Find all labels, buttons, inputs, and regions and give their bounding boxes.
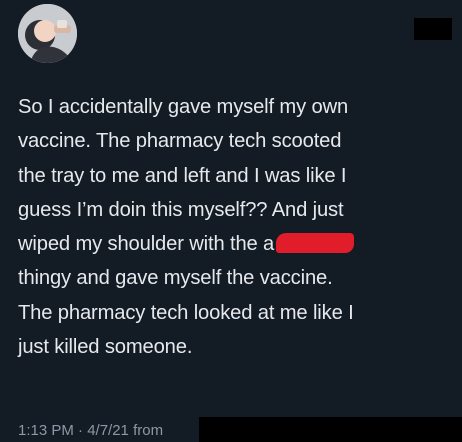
tweet-text-line: guess I’m doin this myself?? And just bbox=[18, 198, 344, 221]
tweet-text-line: So I accidentally gave myself my own bbox=[18, 96, 349, 118]
tweet-text-line: just killed someone. bbox=[18, 336, 193, 359]
profile-avatar-icon bbox=[18, 4, 77, 63]
avatar[interactable] bbox=[18, 4, 77, 63]
tweet-text-line: vaccine. The pharmacy tech scooted bbox=[18, 130, 342, 153]
tweet-text-line: the tray to me and left and I was like I bbox=[18, 164, 347, 187]
tweet-text-line: The pharmacy tech looked at me like I bbox=[18, 301, 354, 324]
red-redaction-mark bbox=[276, 233, 355, 254]
tweet-card: So I accidentally gave myself my own vac… bbox=[0, 0, 462, 442]
redacted-source bbox=[199, 417, 462, 442]
redacted-user-name bbox=[414, 18, 452, 40]
tweet-text: So I accidentally gave myself my own vac… bbox=[18, 90, 448, 364]
tweet-text-line-with-redaction: wiped my shoulder with the a bbox=[18, 227, 448, 261]
tweet-text-fragment: wiped my shoulder with the a bbox=[18, 233, 275, 256]
tweet-text-line: thingy and gave myself the vaccine. bbox=[18, 267, 333, 290]
tweet-timestamp[interactable]: 1:13 PM · 4/7/21 from bbox=[18, 420, 163, 442]
